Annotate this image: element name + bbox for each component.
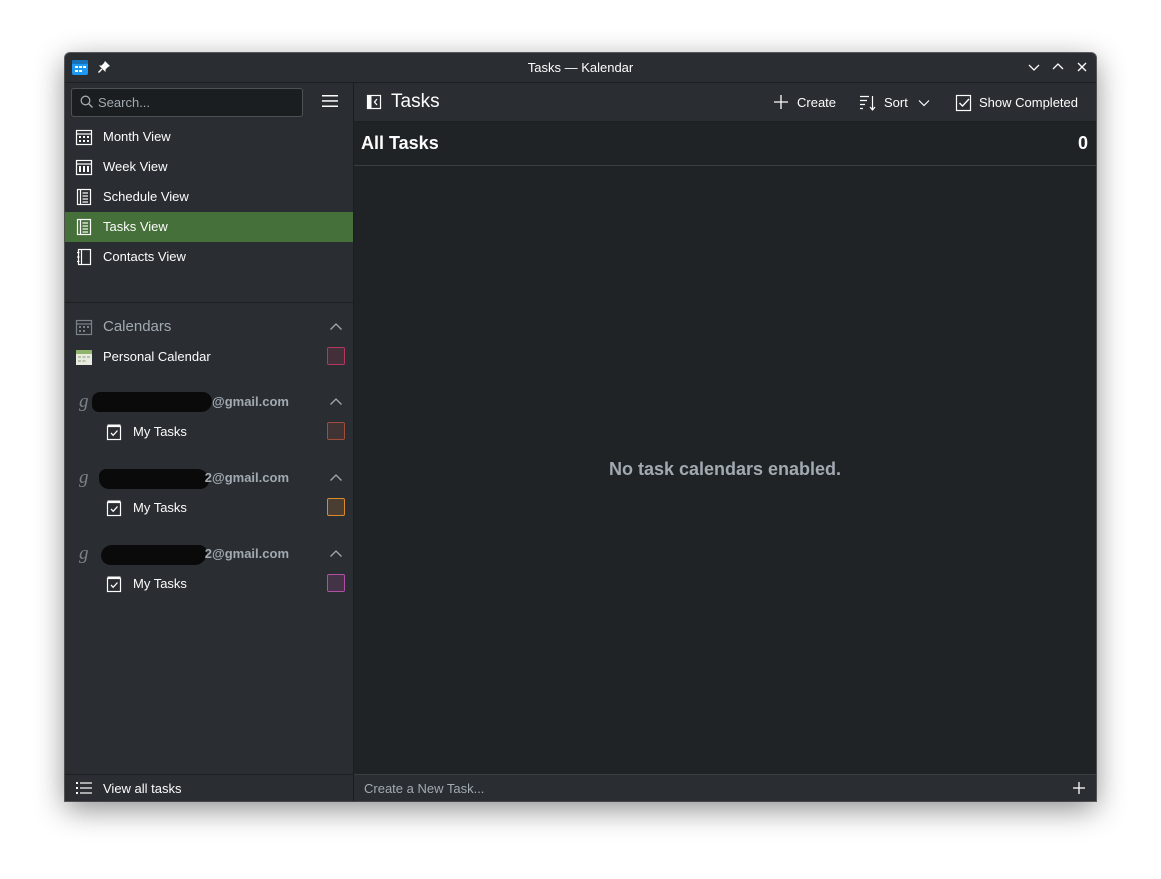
divider (65, 302, 353, 303)
list-title: All Tasks (361, 133, 439, 153)
chevron-up-icon[interactable] (329, 548, 343, 560)
calendars-heading: Calendars (103, 318, 172, 335)
task-list-item[interactable]: My Tasks (65, 493, 353, 523)
window-title: Tasks — Kalendar (527, 60, 634, 75)
task-list-color-checkbox[interactable] (327, 574, 345, 592)
calendar-week-icon (75, 159, 93, 176)
task-list-name: My Tasks (133, 424, 187, 439)
task-list-name: My Tasks (133, 500, 187, 515)
chevron-up-icon[interactable] (329, 472, 343, 484)
checkbox-icon (955, 94, 972, 112)
calendars-section-header[interactable]: Calendars (65, 312, 353, 342)
list-icon (76, 782, 92, 794)
plus-icon (774, 95, 788, 109)
close-icon[interactable] (1074, 59, 1090, 75)
chevron-up-icon[interactable] (329, 396, 343, 408)
show-completed-label: Show Completed (979, 95, 1078, 110)
personal-calendar-icon (76, 350, 92, 365)
view-all-tasks-label: View all tasks (103, 781, 182, 796)
sidebar-toggle-icon[interactable] (366, 94, 382, 110)
task-list-header: All Tasks 0 (354, 122, 1096, 166)
google-icon: g (79, 543, 89, 564)
account-email: @gmail.com (212, 394, 289, 409)
schedule-icon (76, 188, 92, 206)
page-title: Tasks (391, 91, 440, 112)
search-box[interactable] (71, 88, 303, 117)
sidebar: Month View Week View Schedule View (65, 83, 354, 801)
google-icon: g (79, 391, 89, 412)
task-list-icon (106, 576, 122, 593)
empty-state-message: No task calendars enabled. (608, 459, 842, 479)
sidebar-item-label: Contacts View (103, 249, 186, 264)
sidebar-item-tasks-view[interactable]: Tasks View (65, 212, 353, 242)
calendar-name: Personal Calendar (103, 349, 211, 364)
task-count: 0 (1077, 133, 1088, 153)
task-list-item[interactable]: My Tasks (65, 417, 353, 447)
sidebar-item-month-view[interactable]: Month View (65, 122, 353, 152)
sidebar-item-contacts-view[interactable]: Contacts View (65, 242, 353, 272)
add-task-icon[interactable] (1072, 781, 1086, 795)
minimize-icon[interactable] (1026, 59, 1042, 75)
account-header-3[interactable]: g 2@gmail.com (65, 539, 353, 569)
sidebar-item-label: Schedule View (103, 189, 189, 204)
task-list-color-checkbox[interactable] (327, 498, 345, 516)
task-list-name: My Tasks (133, 576, 187, 591)
account-header-1[interactable]: g @gmail.com (65, 387, 353, 417)
account-email: 2@gmail.com (204, 546, 289, 561)
account-email: 2@gmail.com (204, 470, 289, 485)
tasks-icon (76, 218, 92, 236)
sidebar-item-week-view[interactable]: Week View (65, 152, 353, 182)
new-task-bar (354, 774, 1096, 801)
sidebar-item-label: Tasks View (103, 219, 168, 234)
title-bar: Tasks — Kalendar (65, 53, 1096, 83)
contacts-icon (77, 248, 92, 266)
task-list-icon (106, 500, 122, 517)
task-list-color-checkbox[interactable] (327, 422, 345, 440)
maximize-icon[interactable] (1050, 59, 1066, 75)
google-icon: g (79, 467, 89, 488)
create-button[interactable]: Create (773, 92, 839, 114)
show-completed-button[interactable]: Show Completed (955, 92, 1085, 114)
calendar-month-icon (75, 129, 93, 146)
main-toolbar: Tasks Create Sort Show Completed (354, 83, 1096, 122)
search-icon (80, 95, 93, 108)
sort-button[interactable]: Sort (859, 92, 934, 114)
chevron-up-icon[interactable] (329, 321, 343, 333)
app-window: Tasks — Kalendar Search... Month View We… (65, 53, 1096, 801)
create-label: Create (797, 95, 837, 110)
task-list-icon (106, 424, 122, 441)
chevron-down-icon (918, 100, 930, 107)
sidebar-item-label: Week View (103, 159, 168, 174)
sidebar-item-label: Month View (103, 129, 171, 144)
task-list-item[interactable]: My Tasks (65, 569, 353, 599)
account-header-2[interactable]: g 2@gmail.com (65, 463, 353, 493)
main-content: Tasks Create Sort Show Completed All Tas… (354, 83, 1096, 801)
new-task-input[interactable] (364, 775, 1044, 801)
hamburger-menu-icon[interactable] (321, 93, 339, 109)
calendar-item-personal[interactable]: Personal Calendar (65, 342, 353, 372)
sidebar-item-schedule-view[interactable]: Schedule View (65, 182, 353, 212)
view-all-tasks-button[interactable]: View all tasks (65, 774, 353, 801)
calendar-icon (75, 319, 93, 336)
search-input[interactable] (98, 89, 293, 116)
sort-label: Sort (884, 95, 908, 110)
sort-icon (860, 95, 876, 111)
calendar-color-checkbox[interactable] (327, 347, 345, 365)
